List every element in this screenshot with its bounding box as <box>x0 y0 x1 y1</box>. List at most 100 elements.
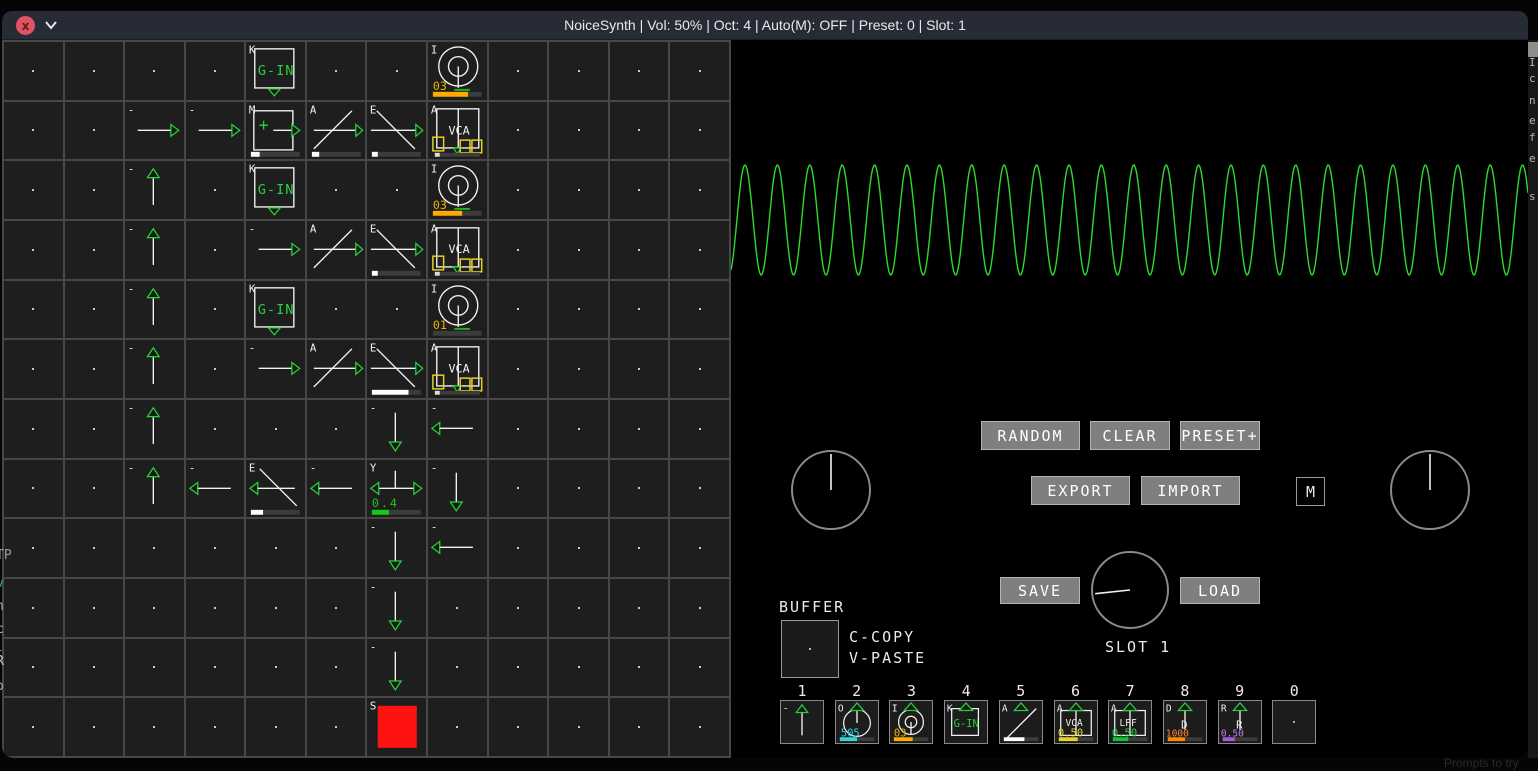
mono-toggle-button[interactable]: M <box>1296 477 1325 506</box>
module-gin[interactable]: KG-IN <box>246 42 305 100</box>
close-icon[interactable]: x <box>16 16 35 35</box>
grid-cell[interactable] <box>186 639 245 697</box>
preset-plus-button[interactable]: PRESET+ <box>1180 421 1260 450</box>
grid-cell[interactable] <box>4 161 63 219</box>
grid-cell[interactable] <box>549 519 608 577</box>
grid-cell[interactable] <box>65 42 124 100</box>
grid-cell[interactable] <box>4 519 63 577</box>
palette-slot-9[interactable]: RR0.50 <box>1218 700 1262 744</box>
module-wire[interactable]: - <box>428 519 487 577</box>
grid-cell[interactable] <box>307 698 366 756</box>
module-yjunction[interactable]: Y0.4 <box>367 460 426 518</box>
grid-cell[interactable] <box>549 221 608 279</box>
module-gin[interactable]: KG-IN <box>246 161 305 219</box>
grid-cell[interactable] <box>670 579 729 637</box>
module-osci[interactable]: I01 <box>428 281 487 339</box>
module-rampup[interactable]: A <box>307 102 366 160</box>
grid-cell[interactable] <box>610 42 669 100</box>
grid-cell[interactable] <box>549 698 608 756</box>
grid-cell[interactable] <box>610 519 669 577</box>
grid-cell[interactable] <box>4 340 63 398</box>
module-wire[interactable]: - <box>125 400 184 458</box>
grid-cell[interactable] <box>489 460 548 518</box>
grid-cell[interactable] <box>549 42 608 100</box>
grid-cell[interactable] <box>246 639 305 697</box>
module-rampdown[interactable]: E <box>367 221 426 279</box>
palette-slot-4[interactable]: KG-IN <box>944 700 988 744</box>
grid-cell[interactable] <box>186 42 245 100</box>
grid-cell[interactable] <box>610 460 669 518</box>
grid-cell[interactable] <box>246 698 305 756</box>
module-speaker[interactable]: S <box>367 698 426 756</box>
module-rampdown[interactable]: E <box>367 102 426 160</box>
grid-cell[interactable] <box>65 639 124 697</box>
grid-cell[interactable] <box>610 698 669 756</box>
grid-cell[interactable] <box>65 519 124 577</box>
module-wire[interactable]: - <box>367 400 426 458</box>
export-button[interactable]: EXPORT <box>1031 476 1130 505</box>
grid-cell[interactable] <box>125 698 184 756</box>
palette-slot-7[interactable]: ALPF0.50 <box>1108 700 1152 744</box>
grid-cell[interactable] <box>610 221 669 279</box>
grid-cell[interactable] <box>186 221 245 279</box>
grid-cell[interactable] <box>307 519 366 577</box>
grid-cell[interactable] <box>549 340 608 398</box>
grid-cell[interactable] <box>246 400 305 458</box>
grid-cell[interactable] <box>670 221 729 279</box>
grid-cell[interactable] <box>610 400 669 458</box>
grid-cell[interactable] <box>125 579 184 637</box>
palette-slot-6[interactable]: AVCA0.50 <box>1054 700 1098 744</box>
grid-cell[interactable] <box>610 579 669 637</box>
chevron-down-icon[interactable] <box>44 19 58 31</box>
import-button[interactable]: IMPORT <box>1141 476 1240 505</box>
grid-cell[interactable] <box>489 42 548 100</box>
grid-cell[interactable] <box>4 639 63 697</box>
module-wire[interactable]: - <box>367 579 426 637</box>
grid-cell[interactable] <box>186 698 245 756</box>
grid-cell[interactable] <box>549 102 608 160</box>
module-vca[interactable]: AVCA <box>428 340 487 398</box>
grid-cell[interactable] <box>65 698 124 756</box>
grid-cell[interactable] <box>670 161 729 219</box>
grid-cell[interactable] <box>670 639 729 697</box>
grid-cell[interactable] <box>428 698 487 756</box>
grid-cell[interactable] <box>307 161 366 219</box>
grid-cell[interactable] <box>549 460 608 518</box>
grid-cell[interactable] <box>489 639 548 697</box>
knob-left[interactable] <box>790 449 872 531</box>
grid-cell[interactable] <box>670 460 729 518</box>
grid-cell[interactable] <box>367 161 426 219</box>
grid-cell[interactable] <box>549 281 608 339</box>
grid-cell[interactable] <box>670 102 729 160</box>
save-button[interactable]: SAVE <box>1000 577 1080 604</box>
grid-cell[interactable] <box>246 579 305 637</box>
grid-cell[interactable] <box>549 400 608 458</box>
palette-slot-1[interactable]: - <box>780 700 824 744</box>
grid-cell[interactable] <box>549 579 608 637</box>
grid-cell[interactable] <box>4 42 63 100</box>
module-wire[interactable]: - <box>186 460 245 518</box>
grid-cell[interactable] <box>489 400 548 458</box>
module-wire[interactable]: - <box>186 102 245 160</box>
grid-cell[interactable] <box>65 221 124 279</box>
module-mix[interactable]: M+ <box>246 102 305 160</box>
knob-slot[interactable] <box>1090 550 1170 630</box>
knob-right[interactable] <box>1389 449 1471 531</box>
grid-cell[interactable] <box>125 519 184 577</box>
module-wire[interactable]: - <box>125 460 184 518</box>
module-wire[interactable]: - <box>246 221 305 279</box>
palette-slot-8[interactable]: DD1000 <box>1163 700 1207 744</box>
grid-cell[interactable] <box>428 639 487 697</box>
grid-cell[interactable] <box>125 42 184 100</box>
grid-cell[interactable] <box>4 460 63 518</box>
grid-cell[interactable] <box>65 161 124 219</box>
random-button[interactable]: RANDOM <box>981 421 1080 450</box>
module-wire[interactable]: - <box>428 400 487 458</box>
grid-cell[interactable] <box>65 102 124 160</box>
module-wire[interactable]: - <box>125 161 184 219</box>
grid-cell[interactable] <box>670 400 729 458</box>
grid-cell[interactable] <box>65 400 124 458</box>
module-wire[interactable]: - <box>125 340 184 398</box>
module-rampdown_in[interactable]: E <box>246 460 305 518</box>
clear-button[interactable]: CLEAR <box>1090 421 1170 450</box>
